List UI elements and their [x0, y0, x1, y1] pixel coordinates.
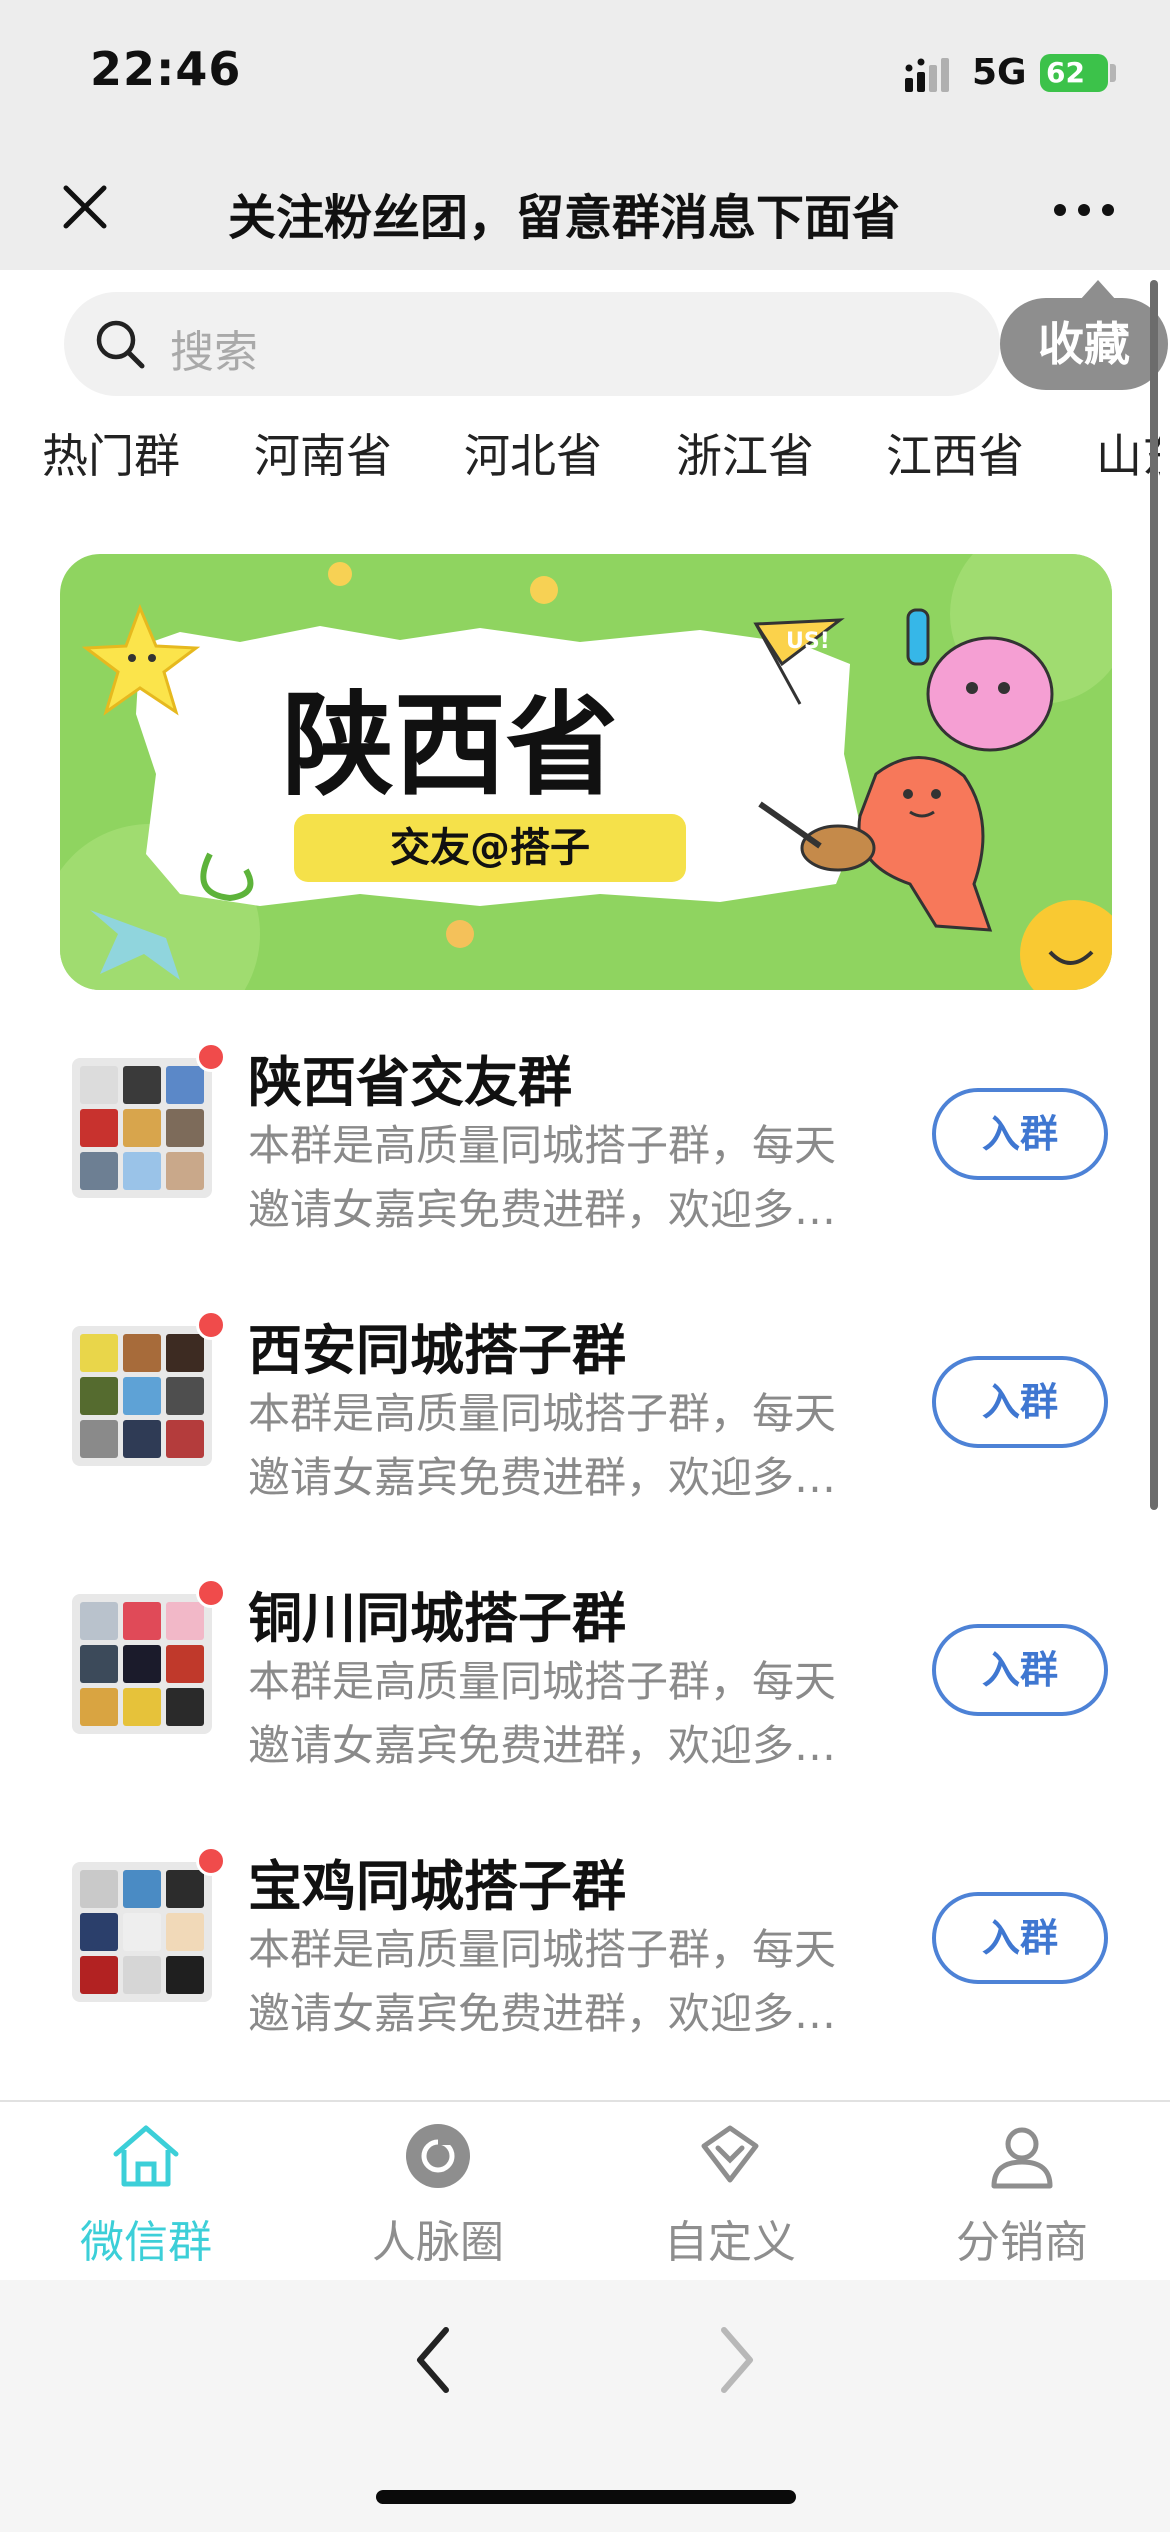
region-tabs: 热门群 河南省 河北省 浙江省 江西省 山东	[0, 420, 1160, 500]
join-group-button[interactable]: 入群	[932, 1088, 1108, 1180]
tab-jiangxi[interactable]: 江西省	[886, 420, 1024, 486]
chevron-right-icon[interactable]	[712, 2322, 762, 2398]
group-name: 陕西省交友群	[248, 1051, 572, 1114]
tab-henan[interactable]: 河南省	[254, 420, 392, 486]
join-group-button[interactable]: 入群	[932, 1356, 1108, 1448]
battery-indicator: 62	[1040, 54, 1108, 92]
group-avatar	[72, 1058, 212, 1198]
search-icon	[96, 320, 145, 369]
list-item[interactable]: 西安同城搭子群 本群是高质量同城搭子群，每天邀请女嘉宾免费进群，欢迎多… 入群	[0, 1276, 1140, 1544]
tab-label: 微信群	[80, 2217, 212, 2268]
tab-label: 人脉圈	[372, 2217, 504, 2268]
network-type: 5G	[972, 52, 1027, 93]
banner-flag-text: US!	[786, 629, 830, 654]
chevron-left-icon[interactable]	[408, 2322, 458, 2398]
group-avatar	[72, 1862, 212, 2002]
unread-dot	[196, 1846, 226, 1876]
page-title: 关注粉丝团，留意群消息下面省	[228, 190, 901, 246]
status-time: 22:46	[90, 42, 242, 96]
join-group-button[interactable]: 入群	[932, 1624, 1108, 1716]
browser-nav-bar	[0, 2280, 1170, 2532]
signal-icon	[905, 58, 949, 92]
battery-tip	[1110, 64, 1116, 82]
group-name: 铜川同城搭子群	[248, 1587, 626, 1650]
tab-label: 自定义	[664, 2217, 796, 2268]
group-name: 西安同城搭子群	[248, 1319, 626, 1382]
page: 22:46 5G 62 关注粉丝团，留意群消息下面省 搜索 收藏 热门群 河南省…	[0, 0, 1170, 2532]
group-description: 本群是高质量同城搭子群，每天邀请女嘉宾免费进群，欢迎多…	[248, 1657, 837, 1770]
more-icon[interactable]	[1052, 202, 1116, 218]
group-description: 本群是高质量同城搭子群，每天邀请女嘉宾免费进群，欢迎多…	[248, 1121, 837, 1234]
favorite-tooltip[interactable]: 收藏	[1000, 280, 1168, 390]
bottom-tab-bar: 微信群 人脉圈 自定义 分销商	[0, 2100, 1170, 2280]
group-avatar	[72, 1326, 212, 1466]
person-icon	[991, 2127, 1053, 2189]
tab-hebei[interactable]: 河北省	[464, 420, 602, 486]
home-icon	[113, 2125, 179, 2187]
tab-distributor[interactable]: 分销商	[876, 2102, 1168, 2282]
home-indicator	[376, 2490, 796, 2504]
close-icon[interactable]	[58, 180, 112, 234]
tab-connections[interactable]: 人脉圈	[292, 2102, 584, 2282]
tab-hot[interactable]: 热门群	[42, 420, 180, 486]
diamond-icon	[701, 2125, 759, 2183]
list-item[interactable]: 宝鸡同城搭子群 本群是高质量同城搭子群，每天邀请女嘉宾免费进群，欢迎多… 入群	[0, 1812, 1140, 2080]
unread-dot	[196, 1578, 226, 1608]
tab-custom[interactable]: 自定义	[584, 2102, 876, 2282]
join-group-button[interactable]: 入群	[932, 1892, 1108, 1984]
tab-label: 分销商	[956, 2217, 1088, 2268]
banner-subtitle: 交友@搭子	[390, 825, 590, 871]
group-name: 宝鸡同城搭子群	[248, 1855, 626, 1918]
tab-zhejiang[interactable]: 浙江省	[676, 420, 814, 486]
banner-title: 陕西省	[282, 681, 618, 811]
group-avatar	[72, 1594, 212, 1734]
unread-dot	[196, 1310, 226, 1340]
circle-icon	[406, 2124, 470, 2188]
group-description: 本群是高质量同城搭子群，每天邀请女嘉宾免费进群，欢迎多…	[248, 1925, 837, 2038]
content-area: 搜索 收藏 热门群 河南省 河北省 浙江省 江西省 山东	[0, 270, 1170, 2100]
search-placeholder: 搜索	[170, 327, 258, 378]
group-description: 本群是高质量同城搭子群，每天邀请女嘉宾免费进群，欢迎多…	[248, 1389, 837, 1502]
status-bar: 22:46 5G 62	[0, 0, 1170, 150]
list-item[interactable]: 陕西省交友群 本群是高质量同城搭子群，每天邀请女嘉宾免费进群，欢迎多… 入群	[0, 1008, 1140, 1276]
list-item[interactable]: 铜川同城搭子群 本群是高质量同城搭子群，每天邀请女嘉宾免费进群，欢迎多… 入群	[0, 1544, 1140, 1812]
unread-dot	[196, 1042, 226, 1072]
search-input[interactable]: 搜索	[64, 292, 1000, 396]
scrollbar[interactable]	[1150, 280, 1158, 1510]
banner-image[interactable]: 陕西省 交友@搭子 US!	[60, 554, 1112, 990]
nav-bar: 关注粉丝团，留意群消息下面省	[0, 150, 1170, 270]
tab-wechat-groups[interactable]: 微信群	[0, 2102, 292, 2282]
